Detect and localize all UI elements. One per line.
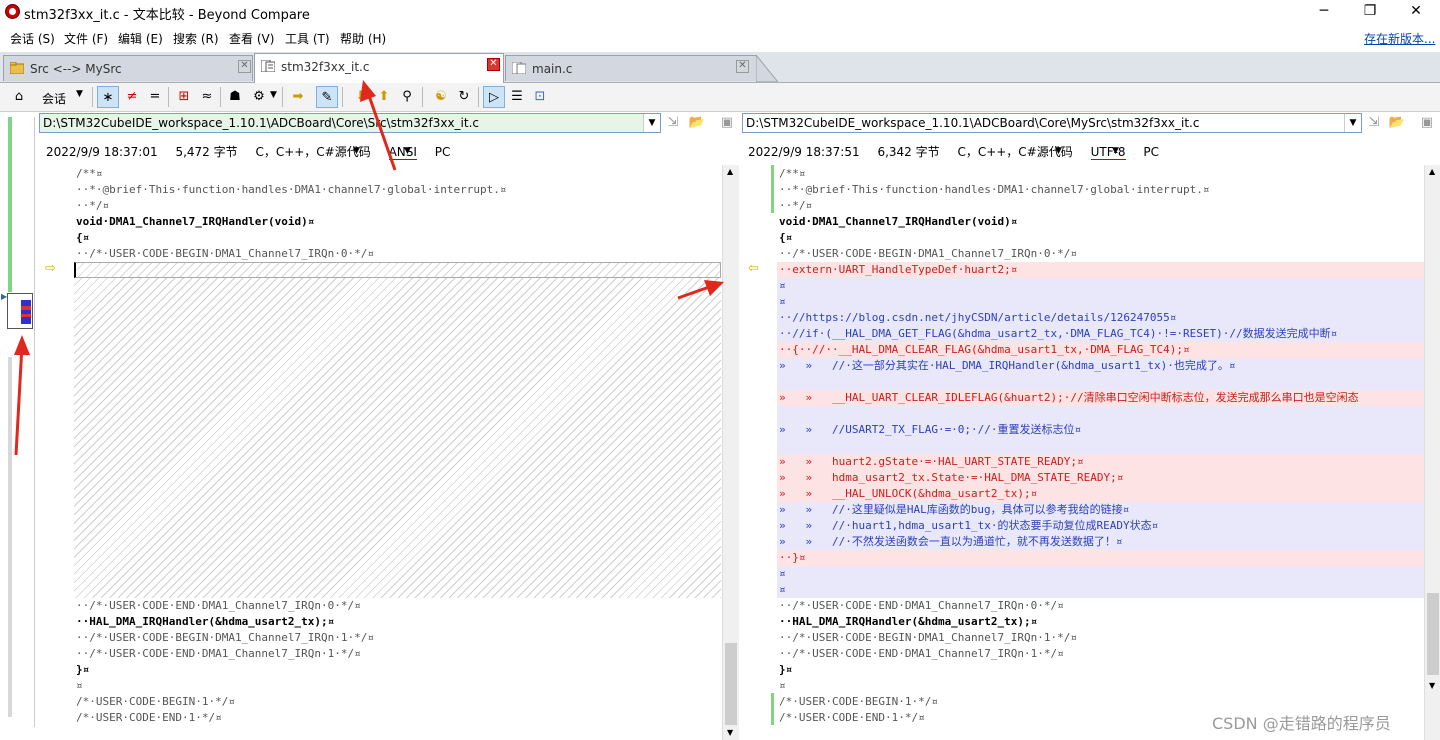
annotation-arrows xyxy=(14,80,724,456)
watermark: CSDN @走错路的程序员 xyxy=(1212,714,1391,733)
